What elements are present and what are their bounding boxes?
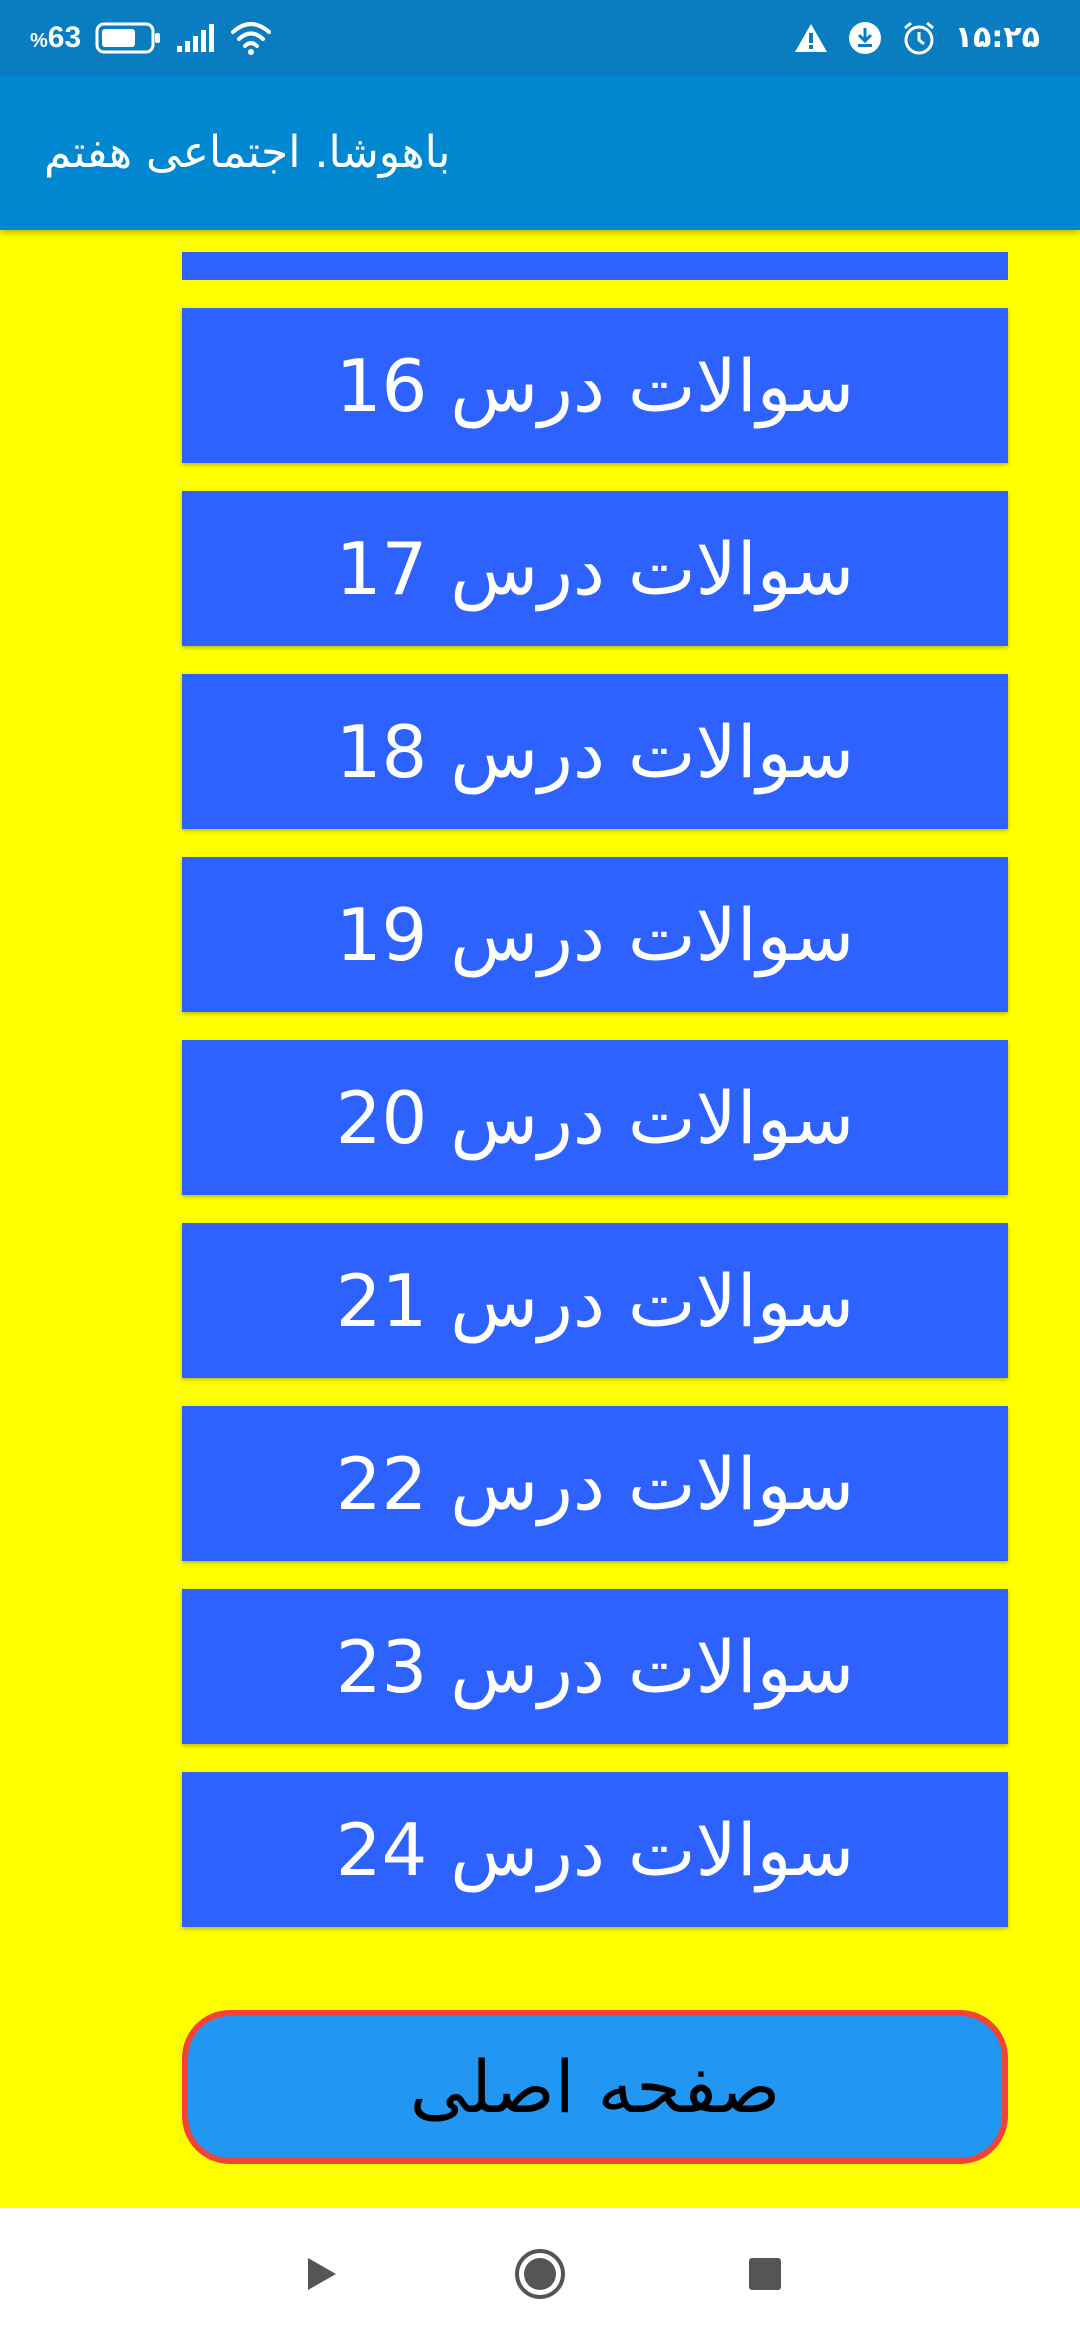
partial-lesson-button[interactable] — [182, 252, 1008, 280]
status-bar-right: ۱۵:۲۵ — [793, 0, 1040, 75]
lesson-list: سوالات درس 16 سوالات درس 17 سوالات درس 1… — [182, 308, 1008, 1955]
download-icon — [847, 20, 883, 56]
nav-home-button[interactable] — [480, 2208, 600, 2340]
page-title: باهوشا. اجتماعی هفتم — [44, 127, 451, 178]
lesson-button-21[interactable]: سوالات درس 21 — [182, 1223, 1008, 1378]
home-page-button[interactable]: صفحه اصلی — [182, 2010, 1008, 2164]
battery-level: %63 — [30, 21, 81, 55]
clock: ۱۵:۲۵ — [954, 20, 1040, 55]
lesson-button-19[interactable]: سوالات درس 19 — [182, 857, 1008, 1012]
lesson-button-24[interactable]: سوالات درس 24 — [182, 1772, 1008, 1927]
battery-percent-sign: % — [30, 29, 48, 52]
lesson-button-18[interactable]: سوالات درس 18 — [182, 674, 1008, 829]
lesson-button-16[interactable]: سوالات درس 16 — [182, 308, 1008, 463]
lesson-button-20[interactable]: سوالات درس 20 — [182, 1040, 1008, 1195]
navigation-bar — [0, 2208, 1080, 2340]
app-bar: باهوشا. اجتماعی هفتم — [0, 75, 1080, 230]
home-icon — [513, 2247, 567, 2301]
lesson-button-22[interactable]: سوالات درس 22 — [182, 1406, 1008, 1561]
status-bar: %63 ۱۵:۲۵ — [0, 0, 1080, 75]
recents-icon — [746, 2255, 784, 2293]
back-icon — [300, 2254, 340, 2294]
app-screen: %63 ۱۵:۲۵ باهوشا. اجتماعی هفتم سوالات در… — [0, 0, 1080, 2340]
nav-recents-button[interactable] — [705, 2208, 825, 2340]
battery-level-value: 63 — [47, 20, 82, 54]
nav-back-button[interactable] — [260, 2208, 380, 2340]
lesson-button-17[interactable]: سوالات درس 17 — [182, 491, 1008, 646]
warning-icon — [793, 22, 829, 54]
battery-icon — [95, 22, 161, 54]
alarm-icon — [901, 20, 937, 56]
status-bar-left: %63 — [30, 0, 273, 75]
wifi-icon — [229, 20, 273, 56]
lesson-button-23[interactable]: سوالات درس 23 — [182, 1589, 1008, 1744]
signal-icon — [175, 22, 215, 54]
